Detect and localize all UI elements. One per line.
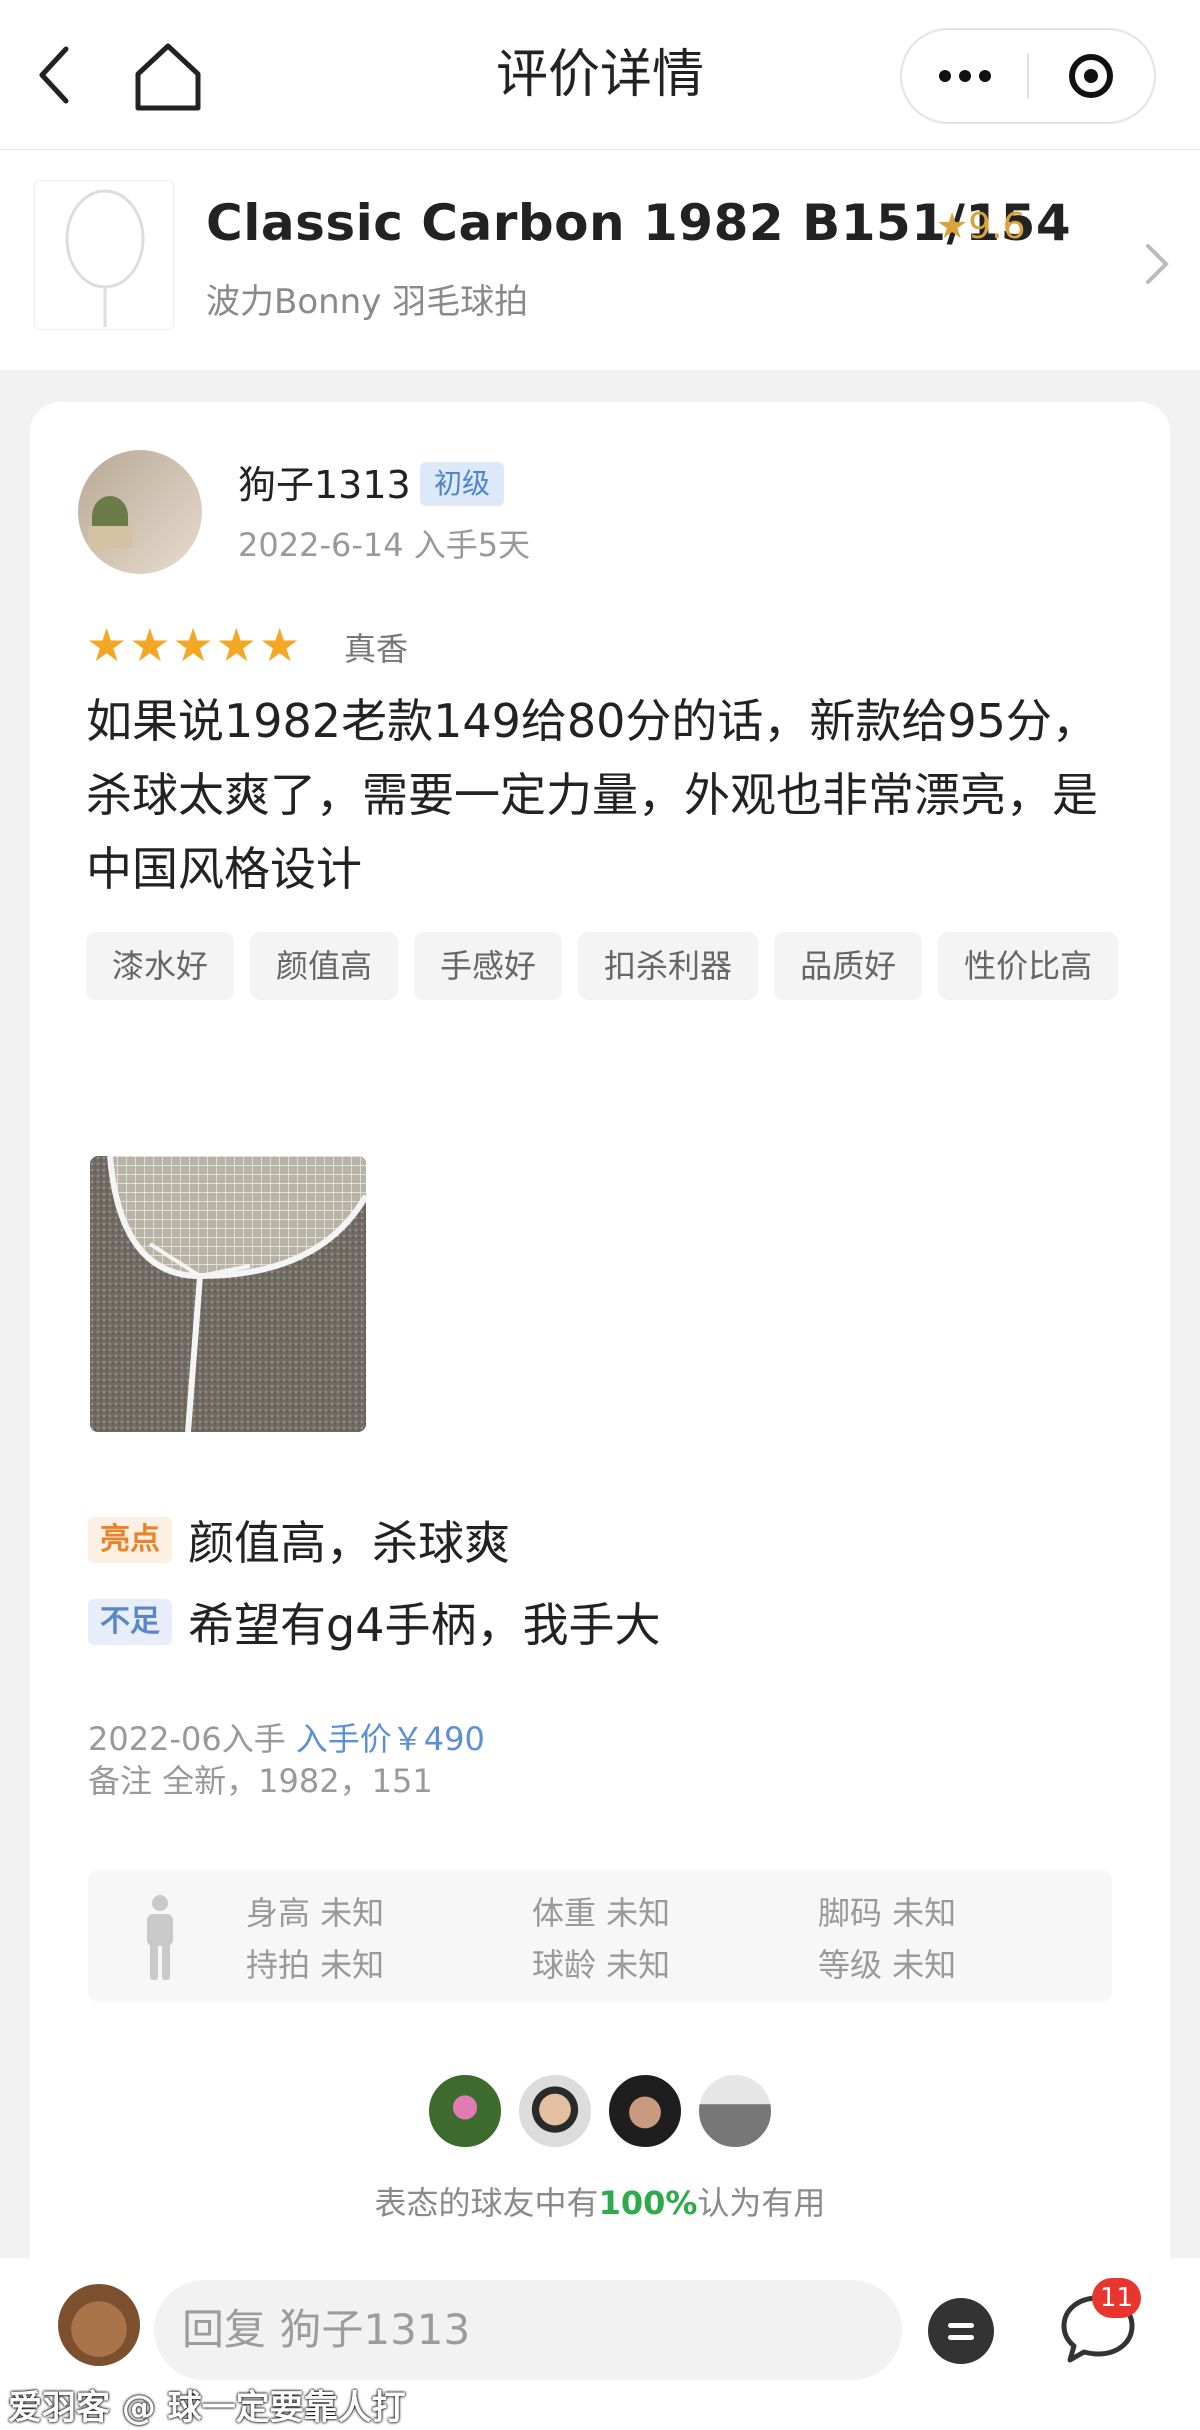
star-icon: ★ — [172, 618, 214, 672]
mini-program-capsule — [900, 28, 1156, 124]
useful-prefix: 表态的球友中有 — [374, 2184, 599, 2222]
level-badge: 初级 — [420, 462, 505, 506]
review-card: 狗子1313 初级 2022-6-14 入手5天 ★ ★ ★ ★ ★ 真香 如果… — [30, 402, 1170, 2402]
more-button[interactable] — [902, 30, 1027, 122]
product-score: ★9.6 — [936, 206, 1026, 247]
shoe-size-value: 脚码 未知 — [818, 1894, 957, 1932]
star-icon: ★ — [129, 618, 171, 672]
close-button[interactable] — [1029, 30, 1154, 122]
pros-label: 亮点 — [88, 1517, 172, 1563]
star-rating: ★ ★ ★ ★ ★ — [86, 620, 300, 670]
tag[interactable]: 品质好 — [774, 932, 923, 1000]
product-brand: 波力Bonny 羽毛球拍 — [206, 282, 529, 322]
star-icon: ★ — [215, 618, 257, 672]
tag[interactable]: 漆水好 — [86, 932, 235, 1000]
reply-input[interactable]: 回复 狗子1313 — [154, 2280, 902, 2380]
reviewer-name[interactable]: 狗子1313 — [238, 454, 411, 509]
tag[interactable]: 性价比高 — [938, 932, 1119, 1000]
pros-row: 亮点 颜值高，杀球爽 — [88, 1510, 510, 1570]
tag[interactable]: 手感好 — [414, 932, 563, 1000]
tag[interactable]: 扣杀利器 — [578, 932, 759, 1000]
rating-word: 真香 — [344, 630, 409, 668]
purchase-date: 2022-06入手 — [88, 1720, 286, 1758]
avatar[interactable] — [696, 2072, 774, 2150]
avatar[interactable] — [58, 2284, 140, 2366]
avatar[interactable] — [516, 2072, 594, 2150]
target-icon — [1069, 54, 1114, 98]
star-icon: ★ — [259, 618, 301, 672]
product-header[interactable]: Classic Carbon 1982 B151/154 ★9.6 波力Bonn… — [0, 150, 1200, 370]
useful-percent: 100% — [598, 2184, 698, 2222]
useful-suffix: 认为有用 — [697, 2184, 826, 2222]
tag-list: 漆水好 颜值高 手感好 扣杀利器 品质好 性价比高 — [86, 932, 1146, 1000]
weight-value: 体重 未知 — [532, 1894, 671, 1932]
cons-row: 不足 希望有g4手柄，我手大 — [88, 1592, 660, 1652]
chevron-right-icon — [1146, 244, 1169, 284]
review-photo[interactable] — [90, 1156, 366, 1432]
pros-text: 颜值高，杀球爽 — [188, 1516, 510, 1570]
comment-count-badge: 11 — [1092, 2278, 1142, 2318]
navigation-bar: 评价详情 — [0, 0, 1200, 150]
tag[interactable]: 颜值高 — [250, 932, 399, 1000]
person-icon — [147, 1895, 173, 1980]
review-date: 2022-6-14 入手5天 — [238, 526, 531, 564]
star-icon: ★ — [86, 618, 128, 672]
purchase-price: 入手价￥490 — [295, 1720, 485, 1758]
purchase-info: 2022-06入手 入手价￥490 — [88, 1714, 485, 1760]
reviewer-profile: 身高 未知 体重 未知 脚码 未知 持拍 未知 球龄 未知 等级 未知 — [88, 1870, 1112, 2002]
cons-label: 不足 — [88, 1599, 172, 1645]
play-years-value: 球龄 未知 — [532, 1946, 671, 1984]
avatar[interactable] — [78, 450, 202, 574]
purchase-note: 备注 全新，1982，151 — [88, 1762, 433, 1800]
emoji-icon[interactable] — [928, 2298, 994, 2364]
voter-avatars — [30, 2072, 1170, 2150]
racket-thumbnail — [34, 180, 174, 330]
avatar[interactable] — [606, 2072, 684, 2150]
grade-value: 等级 未知 — [818, 1946, 957, 1984]
avatar[interactable] — [426, 2072, 504, 2150]
useful-stat: 表态的球友中有100%认为有用 — [30, 2178, 1170, 2224]
height-value: 身高 未知 — [246, 1894, 385, 1932]
review-content: 如果说1982老款149给80分的话，新款给95分，杀球太爽了，需要一定力量，外… — [86, 694, 1098, 896]
more-dots-icon — [938, 70, 991, 82]
cons-text: 希望有g4手柄，我手大 — [188, 1598, 661, 1652]
watermark: 爱羽客 @ 球一定要靠人打 — [8, 2388, 406, 2428]
grip-value: 持拍 未知 — [246, 1946, 385, 1984]
